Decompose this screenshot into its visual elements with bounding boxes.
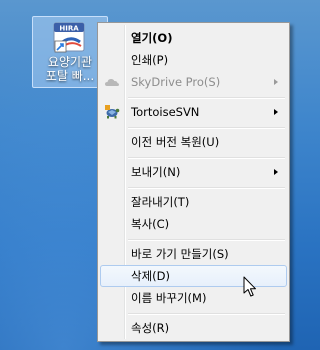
menu-separator <box>128 187 285 189</box>
tortoisesvn-turtle-icon <box>104 104 120 120</box>
submenu-arrow-icon <box>274 169 278 175</box>
menu-item-label: 인쇄(P) <box>131 53 169 67</box>
menu-item-print[interactable]: 인쇄(P) <box>100 49 287 71</box>
menu-item-label: 속성(R) <box>131 321 170 335</box>
menu-item-open[interactable]: 열기(O) <box>100 27 287 49</box>
menu-item-restore-previous-versions[interactable]: 이전 버전 복원(U) <box>100 131 287 153</box>
menu-item-rename[interactable]: 이름 바꾸기(M) <box>100 287 287 309</box>
menu-item-label: TortoiseSVN <box>131 105 200 119</box>
menu-item-cut[interactable]: 잘라내기(T) <box>100 191 287 213</box>
context-menu: 열기(O) 인쇄(P) SkyDrive Pro(S) TortoiseSVN <box>97 22 290 342</box>
menu-item-create-shortcut[interactable]: 바로 가기 만들기(S) <box>100 243 287 265</box>
menu-item-label: 잘라내기(T) <box>131 195 190 209</box>
hira-badge-text: HIRA <box>59 25 79 33</box>
menu-separator <box>128 239 285 241</box>
desktop-shortcut-label: 요양기관 포탈 빠... <box>33 55 107 83</box>
menu-item-delete[interactable]: 삭제(D) <box>100 265 287 287</box>
menu-item-send-to[interactable]: 보내기(N) <box>100 161 287 183</box>
menu-item-label: 열기(O) <box>131 31 173 45</box>
menu-item-label: 이전 버전 복원(U) <box>131 135 220 149</box>
label-line-2: 포탈 빠... <box>45 69 95 83</box>
menu-separator <box>128 157 285 159</box>
submenu-arrow-icon <box>274 109 278 115</box>
menu-item-label: 이름 바꾸기(M) <box>131 291 207 305</box>
mouse-cursor-icon <box>243 276 257 298</box>
menu-item-label: 바로 가기 만들기(S) <box>131 247 229 261</box>
menu-item-skydrive-pro[interactable]: SkyDrive Pro(S) <box>100 71 287 93</box>
hira-shortcut-icon: HIRA <box>52 22 88 54</box>
menu-separator <box>128 97 285 99</box>
menu-item-label: 삭제(D) <box>131 269 170 283</box>
menu-separator <box>128 127 285 129</box>
menu-item-tortoisesvn[interactable]: TortoiseSVN <box>100 101 287 123</box>
submenu-arrow-icon <box>274 79 278 85</box>
menu-item-label: 복사(C) <box>131 217 170 231</box>
menu-item-copy[interactable]: 복사(C) <box>100 213 287 235</box>
menu-item-properties[interactable]: 속성(R) <box>100 317 287 339</box>
menu-item-label: 보내기(N) <box>131 165 181 179</box>
label-line-1: 요양기관 <box>47 55 93 69</box>
skydrive-cloud-icon <box>104 74 120 90</box>
menu-separator <box>128 313 285 315</box>
menu-item-label: SkyDrive Pro(S) <box>131 75 221 89</box>
